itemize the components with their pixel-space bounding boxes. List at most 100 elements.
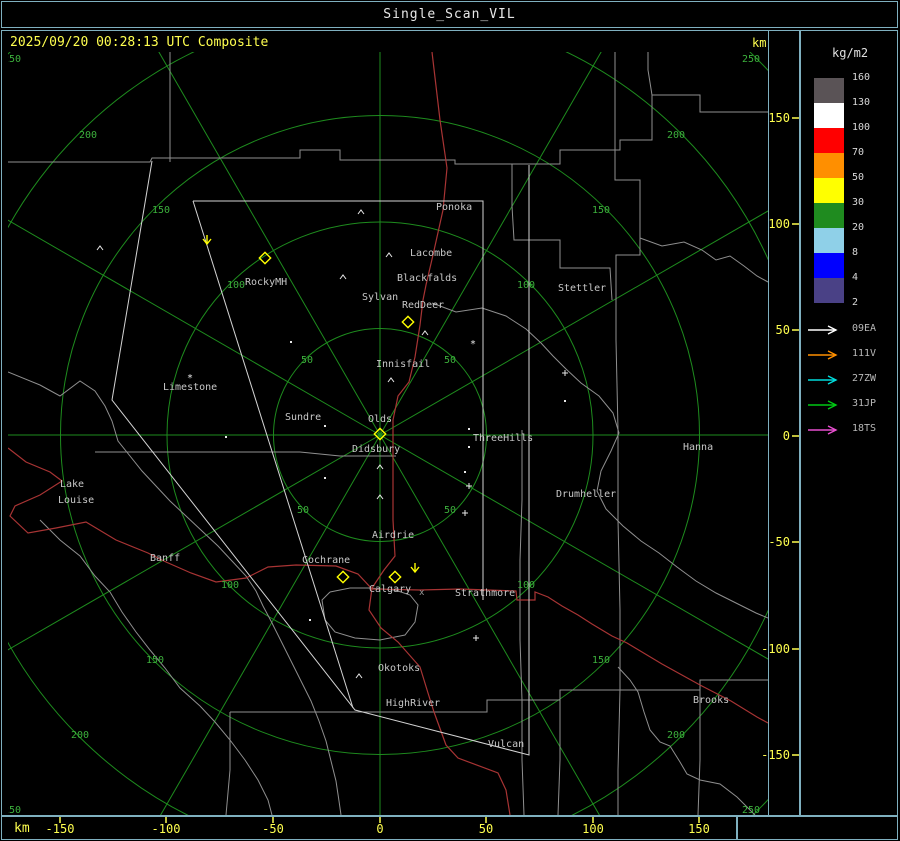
town-dot-marker (324, 477, 326, 479)
city-label-ponoka: Ponoka (436, 202, 472, 213)
city-label-rockymh: RockyMH (245, 277, 287, 288)
town-dot-marker (290, 341, 292, 343)
town-caret-marker (96, 245, 104, 251)
ring-distance-label: 50 (444, 355, 456, 366)
bottom-axis-tick-label: 150 (688, 822, 710, 836)
ring-distance-label: 50 (301, 355, 313, 366)
city-label-banff: Banff (150, 553, 180, 564)
radar-map-canvas[interactable]: 250 200 150 100 50 50 100 150 200 250 50 100 150 200 2… (0, 0, 900, 841)
town-caret-marker (385, 252, 393, 258)
ring-distance-label: 100 (517, 580, 535, 591)
county-boundary (95, 451, 396, 457)
town-caret-marker (387, 377, 395, 383)
right-axis-tick-label: -150 (761, 748, 790, 762)
city-label-threehills: ThreeHills (473, 433, 533, 444)
scan-sector-outline (111, 160, 530, 756)
ring-distance-label: 150 (592, 655, 610, 666)
range-radial (158, 52, 381, 436)
county-boundary (431, 302, 768, 619)
ring-distance-label: 150 (146, 655, 164, 666)
range-radial (8, 434, 381, 651)
ring-distance-label: 250 (742, 805, 760, 816)
bottom-axis-tick-label: 100 (582, 822, 604, 836)
range-radial (160, 434, 381, 815)
city-label-didsbury: Didsbury (352, 444, 400, 455)
x-marker: x (419, 588, 425, 598)
ring-distance-label: 150 (152, 205, 170, 216)
city-label-sundre: Sundre (285, 412, 321, 423)
ring-distance-label: 100 (221, 580, 239, 591)
right-axis-tick-label: -50 (768, 535, 790, 549)
city-label-hanna: Hanna (683, 442, 713, 453)
county-boundary (557, 700, 561, 815)
city-label-drumheller: Drumheller (556, 489, 616, 500)
city-label-blackfalds: Blackfalds (397, 273, 457, 284)
city-label-highriver: HighRiver (386, 698, 440, 709)
ring-distance-label: 200 (79, 130, 97, 141)
city-label-calgary: Calgary (369, 584, 411, 595)
county-boundary (639, 237, 768, 283)
ring-distance-label: 150 (592, 205, 610, 216)
ring-distance-label: 50 (444, 505, 456, 516)
right-axis-tick-label: 150 (768, 111, 790, 125)
town-dot-marker (225, 436, 227, 438)
bottom-axis-tick-label: -50 (262, 822, 284, 836)
ring-distance-label: 200 (667, 130, 685, 141)
map-layers: 250 200 150 100 50 50 100 150 200 250 50 100 150 200 2… (3, 52, 768, 816)
county-boundary (225, 712, 231, 815)
ring-distance-label: 200 (667, 730, 685, 741)
county-boundary (8, 52, 653, 165)
city-label-okotoks: Okotoks (378, 663, 420, 674)
city-label-vulcan: Vulcan (488, 739, 524, 750)
right-axis-tick-label: 0 (783, 429, 790, 443)
bottom-axis-tick-label: 0 (376, 822, 383, 836)
ring-distance-label: 200 (71, 730, 89, 741)
county-boundary (697, 690, 701, 815)
city-label-lacombe: Lacombe (410, 248, 452, 259)
ring-distance-label: 100 (227, 280, 245, 291)
town-dot-marker (468, 428, 470, 430)
radar-site-diamond-marker (336, 570, 350, 584)
town-dot-marker (468, 446, 470, 448)
town-caret-marker (339, 274, 347, 280)
asterisk-marker: * (187, 373, 193, 384)
city-label-olds: Olds (368, 414, 392, 425)
town-dot-marker (309, 619, 311, 621)
county-boundary (617, 666, 756, 815)
town-caret-marker (357, 209, 365, 215)
city-label-sylvan: Sylvan (362, 292, 398, 303)
city-label-reddeer: RedDeer (402, 300, 444, 311)
asterisk-marker: * (470, 339, 476, 350)
town-caret-marker (421, 330, 429, 336)
city-label-lake: Lake (60, 479, 84, 490)
radar-site-diamond-marker (401, 315, 415, 329)
range-radial (379, 434, 600, 815)
ring-distance-label: 50 (297, 505, 309, 516)
bottom-axis-tick-label: -100 (152, 822, 181, 836)
town-dot-marker (464, 471, 466, 473)
city-label-cochrane: Cochrane (302, 555, 350, 566)
bottom-axis-tick-label: -150 (46, 822, 75, 836)
city-label-airdrie: Airdrie (372, 530, 414, 541)
ring-distance-label: 250 (742, 54, 760, 65)
right-axis-tick-label: 50 (776, 323, 790, 337)
town-caret-marker (355, 673, 363, 679)
county-boundary (652, 94, 768, 113)
ring-distance-label: 250 (3, 805, 21, 816)
ring-distance-label: 100 (517, 280, 535, 291)
right-axis-tick-label: -100 (761, 642, 790, 656)
range-ring (8, 52, 768, 815)
town-dot-marker (564, 400, 566, 402)
county-boundary (519, 430, 525, 815)
bottom-axis-tick-label: 50 (479, 822, 493, 836)
county-boundary (321, 587, 419, 641)
range-ring (8, 52, 768, 815)
city-label-brooks: Brooks (693, 695, 729, 706)
city-label-strathmore: Strathmore (455, 588, 515, 599)
right-axis-tick-label: 100 (768, 217, 790, 231)
radar-site-diamond-marker (388, 570, 402, 584)
city-label-innisfail: Innisfail (376, 359, 430, 370)
county-boundary (8, 371, 342, 815)
city-label-louise: Louise (58, 495, 94, 506)
ring-distance-label: 250 (3, 54, 21, 65)
